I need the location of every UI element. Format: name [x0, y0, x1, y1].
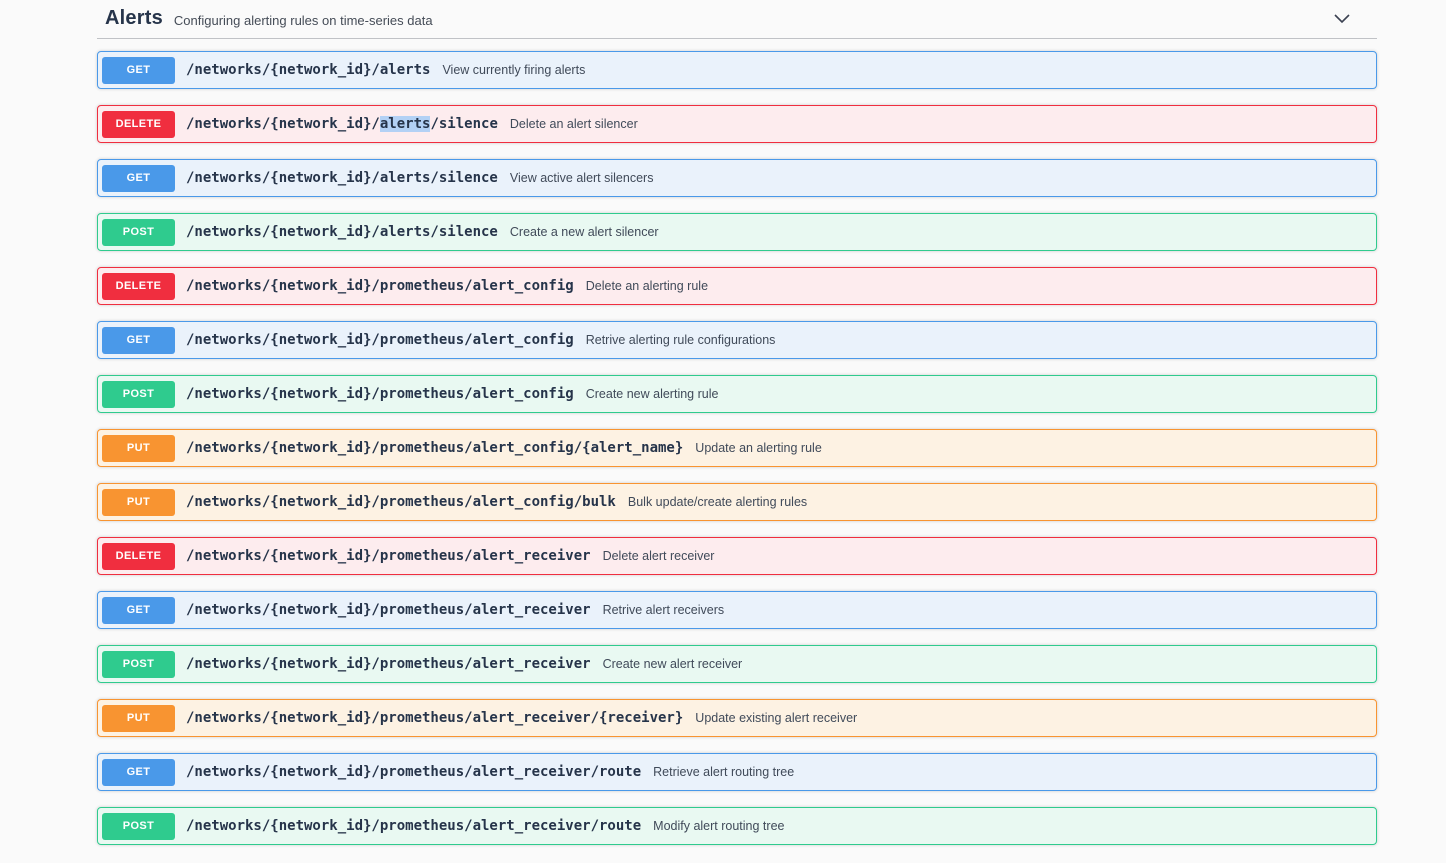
- method-badge[interactable]: POST: [102, 813, 175, 840]
- endpoint-description: Delete an alerting rule: [586, 279, 708, 293]
- endpoint-list: GET /networks/{network_id}/alerts View cu…: [97, 39, 1377, 845]
- section-subtitle: Configuring alerting rules on time-serie…: [174, 10, 433, 28]
- endpoint-path[interactable]: /networks/{network_id}/prometheus/alert_…: [186, 440, 683, 456]
- endpoint-description: Delete an alert silencer: [510, 117, 638, 131]
- endpoint-path[interactable]: /networks/{network_id}/prometheus/alert_…: [186, 278, 574, 294]
- method-badge[interactable]: PUT: [102, 705, 175, 732]
- endpoint-path[interactable]: /networks/{network_id}/prometheus/alert_…: [186, 332, 574, 348]
- method-badge[interactable]: PUT: [102, 435, 175, 462]
- method-badge[interactable]: PUT: [102, 489, 175, 516]
- endpoint-row[interactable]: PUT /networks/{network_id}/prometheus/al…: [97, 429, 1377, 467]
- endpoint-path[interactable]: /networks/{network_id}/prometheus/alert_…: [186, 602, 591, 618]
- endpoint-description: Update an alerting rule: [695, 441, 821, 455]
- endpoint-row[interactable]: POST /networks/{network_id}/alerts/silen…: [97, 213, 1377, 251]
- endpoint-row[interactable]: PUT /networks/{network_id}/prometheus/al…: [97, 699, 1377, 737]
- endpoint-row[interactable]: PUT /networks/{network_id}/prometheus/al…: [97, 483, 1377, 521]
- endpoint-path[interactable]: /networks/{network_id}/prometheus/alert_…: [186, 548, 591, 564]
- api-docs-section: Alerts Configuring alerting rules on tim…: [97, 0, 1377, 845]
- endpoint-description: Retrive alert receivers: [603, 603, 725, 617]
- section-header[interactable]: Alerts Configuring alerting rules on tim…: [97, 5, 1377, 39]
- method-badge[interactable]: GET: [102, 165, 175, 192]
- endpoint-path[interactable]: /networks/{network_id}/prometheus/alert_…: [186, 386, 574, 402]
- endpoint-description: Modify alert routing tree: [653, 819, 784, 833]
- collapse-section-button[interactable]: [1330, 9, 1354, 29]
- endpoint-row[interactable]: POST /networks/{network_id}/prometheus/a…: [97, 807, 1377, 845]
- endpoint-description: View active alert silencers: [510, 171, 654, 185]
- endpoint-path[interactable]: /networks/{network_id}/prometheus/alert_…: [186, 818, 641, 834]
- endpoint-row[interactable]: GET /networks/{network_id}/prometheus/al…: [97, 591, 1377, 629]
- endpoint-description: Create new alerting rule: [586, 387, 719, 401]
- endpoint-description: Create a new alert silencer: [510, 225, 659, 239]
- endpoint-row[interactable]: POST /networks/{network_id}/prometheus/a…: [97, 375, 1377, 413]
- endpoint-path[interactable]: /networks/{network_id}/prometheus/alert_…: [186, 710, 683, 726]
- endpoint-description: Create new alert receiver: [603, 657, 743, 671]
- endpoint-row[interactable]: GET /networks/{network_id}/prometheus/al…: [97, 753, 1377, 791]
- endpoint-row[interactable]: GET /networks/{network_id}/prometheus/al…: [97, 321, 1377, 359]
- endpoint-path[interactable]: /networks/{network_id}/alerts/silence: [186, 224, 498, 240]
- endpoint-path[interactable]: /networks/{network_id}/prometheus/alert_…: [186, 656, 591, 672]
- endpoint-row[interactable]: GET /networks/{network_id}/alerts/silenc…: [97, 159, 1377, 197]
- endpoint-row[interactable]: DELETE /networks/{network_id}/prometheus…: [97, 537, 1377, 575]
- method-badge[interactable]: GET: [102, 327, 175, 354]
- endpoint-row[interactable]: GET /networks/{network_id}/alerts View cu…: [97, 51, 1377, 89]
- method-badge[interactable]: POST: [102, 219, 175, 246]
- endpoint-description: Retrieve alert routing tree: [653, 765, 794, 779]
- endpoint-description: View currently firing alerts: [442, 63, 585, 77]
- method-badge[interactable]: POST: [102, 651, 175, 678]
- endpoint-description: Delete alert receiver: [603, 549, 715, 563]
- method-badge[interactable]: DELETE: [102, 273, 175, 300]
- endpoint-description: Retrive alerting rule configurations: [586, 333, 776, 347]
- endpoint-path[interactable]: /networks/{network_id}/prometheus/alert_…: [186, 494, 616, 510]
- chevron-down-icon: [1332, 11, 1352, 27]
- endpoint-path[interactable]: /networks/{network_id}/alerts/silence: [186, 170, 498, 186]
- method-badge[interactable]: GET: [102, 57, 175, 84]
- method-badge[interactable]: GET: [102, 759, 175, 786]
- selected-text: alerts: [380, 116, 431, 132]
- method-badge[interactable]: DELETE: [102, 111, 175, 138]
- endpoint-description: Bulk update/create alerting rules: [628, 495, 807, 509]
- endpoint-description: Update existing alert receiver: [695, 711, 857, 725]
- method-badge[interactable]: GET: [102, 597, 175, 624]
- section-title: Alerts: [105, 7, 163, 30]
- method-badge[interactable]: POST: [102, 381, 175, 408]
- endpoint-path[interactable]: /networks/{network_id}/alerts: [186, 62, 430, 78]
- endpoint-row[interactable]: DELETE /networks/{network_id}/alerts/sil…: [97, 105, 1377, 143]
- endpoint-path[interactable]: /networks/{network_id}/alerts/silence: [186, 116, 498, 132]
- method-badge[interactable]: DELETE: [102, 543, 175, 570]
- endpoint-row[interactable]: POST /networks/{network_id}/prometheus/a…: [97, 645, 1377, 683]
- endpoint-row[interactable]: DELETE /networks/{network_id}/prometheus…: [97, 267, 1377, 305]
- endpoint-path[interactable]: /networks/{network_id}/prometheus/alert_…: [186, 764, 641, 780]
